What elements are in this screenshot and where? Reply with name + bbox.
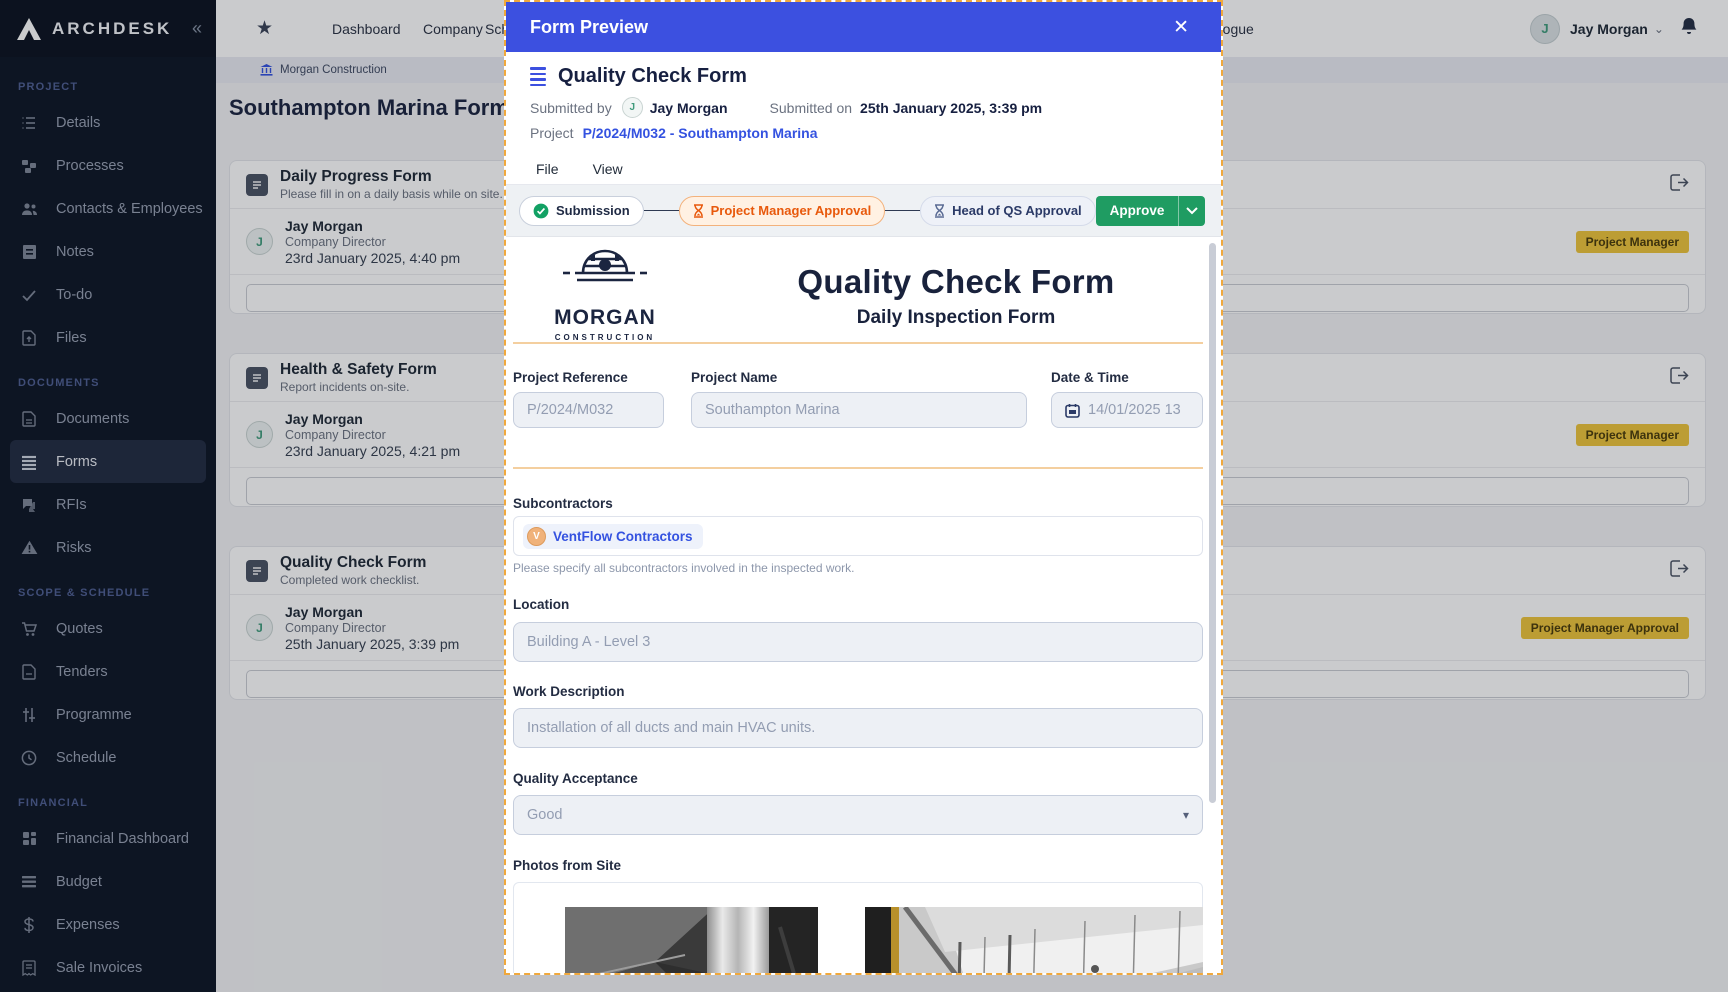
divider xyxy=(513,467,1203,469)
form-info-section: Quality Check Form Submitted by J Jay Mo… xyxy=(506,52,1221,153)
approve-dropdown-caret-icon[interactable] xyxy=(1178,196,1205,226)
approve-button[interactable]: Approve xyxy=(1096,196,1179,226)
quality-acceptance-label: Quality Acceptance xyxy=(513,771,638,786)
hourglass-icon xyxy=(693,204,704,218)
morgan-construction-logo: MORGAN CONSTRUCTION xyxy=(550,239,660,342)
date-time-input[interactable]: 14/01/2025 13 xyxy=(1051,392,1203,428)
workflow-step-qs-approval[interactable]: Head of QS Approval xyxy=(920,196,1096,226)
submitted-by-label: Submitted by xyxy=(530,100,612,116)
modal-title: Form Preview xyxy=(530,17,1173,38)
close-icon[interactable]: ✕ xyxy=(1173,16,1197,39)
project-link[interactable]: P/2024/M032 - Southampton Marina xyxy=(583,125,818,141)
workflow-step-submission[interactable]: Submission xyxy=(519,196,644,226)
logo-line1: MORGAN xyxy=(550,306,660,330)
submitted-on-value: 25th January 2025, 3:39 pm xyxy=(860,100,1042,116)
subcontractors-helper-text: Please specify all subcontractors involv… xyxy=(513,561,855,575)
avatar: V xyxy=(527,527,546,546)
work-description-label: Work Description xyxy=(513,684,625,699)
approve-split-button[interactable]: Approve xyxy=(1096,196,1205,226)
document-title: Quality Check Form xyxy=(716,263,1196,301)
project-name-label: Project Name xyxy=(691,370,777,385)
subcontractor-name: VentFlow Contractors xyxy=(553,529,693,544)
document-heading: Quality Check Form Daily Inspection Form xyxy=(716,263,1196,329)
workflow-steps: Submission Project Manager Approval Head… xyxy=(506,185,1221,237)
hourglass-icon xyxy=(934,204,945,218)
submitted-on-label: Submitted on xyxy=(770,100,853,116)
project-label: Project xyxy=(530,125,574,141)
form-preview-modal: Form Preview ✕ Quality Check Form Submit… xyxy=(504,0,1223,975)
form-title: Quality Check Form xyxy=(558,65,747,88)
calendar-icon xyxy=(1065,403,1080,418)
site-photo-duct[interactable] xyxy=(565,907,818,975)
date-time-value: 14/01/2025 13 xyxy=(1088,402,1181,418)
project-name-input[interactable]: Southampton Marina xyxy=(691,392,1027,428)
quality-acceptance-select[interactable]: Good ▾ xyxy=(513,795,1203,835)
menu-view[interactable]: View xyxy=(593,161,623,177)
subcontractor-chip[interactable]: V VentFlow Contractors xyxy=(523,524,703,549)
avatar: J xyxy=(622,97,643,118)
scrollbar-thumb[interactable] xyxy=(1209,243,1216,803)
project-reference-input[interactable]: P/2024/M032 xyxy=(513,392,664,428)
subcontractors-field[interactable]: V VentFlow Contractors xyxy=(513,516,1203,556)
document-subtitle: Daily Inspection Form xyxy=(716,307,1196,329)
workflow-step-label: Project Manager Approval xyxy=(711,203,872,218)
modal-header: Form Preview ✕ xyxy=(506,2,1221,52)
form-document-body: MORGAN CONSTRUCTION Quality Check Form D… xyxy=(506,237,1221,960)
modal-menubar: File View xyxy=(506,153,1221,185)
site-photo-ceiling[interactable] xyxy=(865,907,1203,975)
menu-file[interactable]: File xyxy=(536,161,559,177)
subcontractors-label: Subcontractors xyxy=(513,496,613,511)
submitter-name: Jay Morgan xyxy=(650,100,728,116)
form-menu-icon[interactable] xyxy=(530,67,546,86)
select-caret-icon: ▾ xyxy=(1183,808,1189,822)
workflow-step-label: Submission xyxy=(556,203,630,218)
workflow-connector xyxy=(885,210,920,212)
work-description-input[interactable]: Installation of all ducts and main HVAC … xyxy=(513,708,1203,748)
check-circle-icon xyxy=(533,203,549,219)
date-time-label: Date & Time xyxy=(1051,370,1129,385)
workflow-connector xyxy=(644,210,679,212)
workflow-step-pm-approval[interactable]: Project Manager Approval xyxy=(679,196,886,226)
divider xyxy=(513,342,1203,344)
quality-acceptance-value: Good xyxy=(527,807,562,823)
location-input[interactable]: Building A - Level 3 xyxy=(513,622,1203,662)
project-reference-label: Project Reference xyxy=(513,370,628,385)
logo-line2: CONSTRUCTION xyxy=(550,333,660,342)
workflow-step-label: Head of QS Approval xyxy=(952,203,1082,218)
location-label: Location xyxy=(513,597,569,612)
photos-label: Photos from Site xyxy=(513,858,621,873)
photos-container xyxy=(513,882,1203,975)
